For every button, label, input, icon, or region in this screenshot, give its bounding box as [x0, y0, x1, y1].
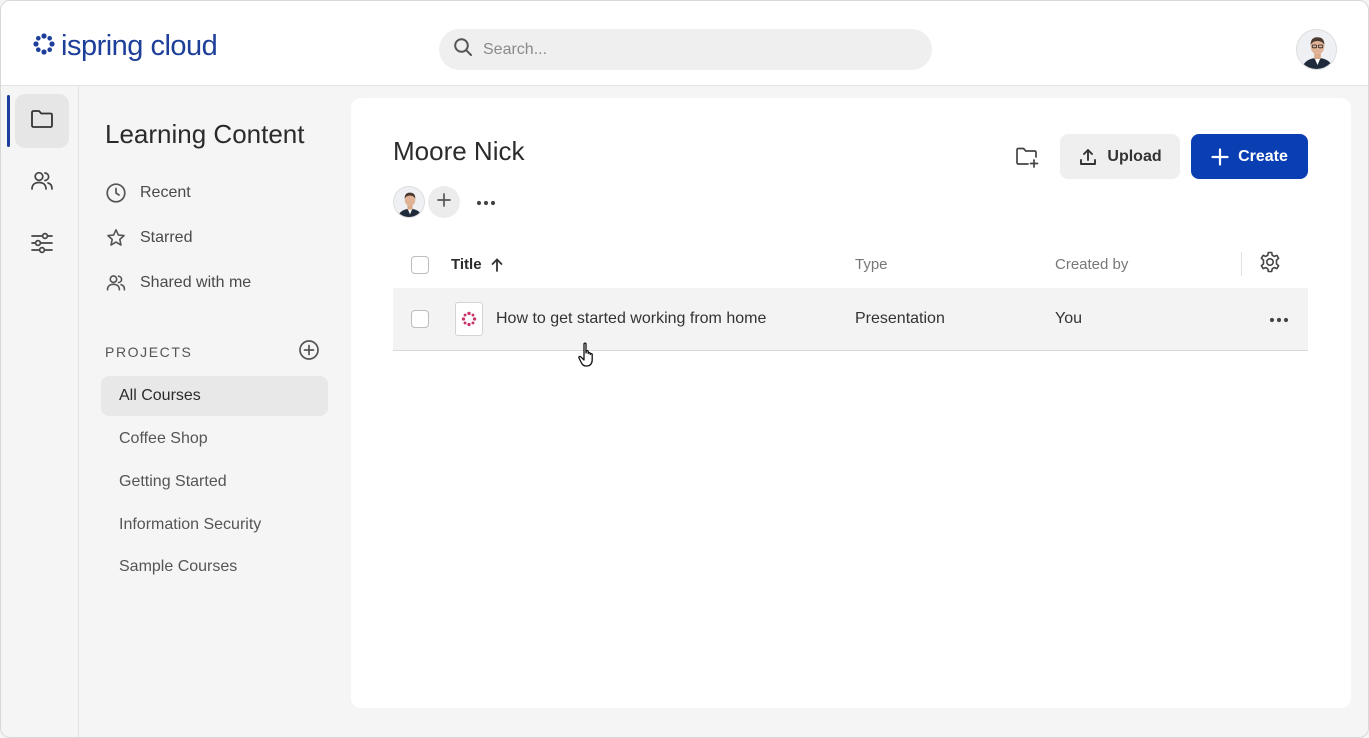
column-type[interactable]: Type [855, 256, 888, 273]
member-avatar[interactable] [393, 186, 425, 218]
column-divider [1241, 252, 1242, 276]
add-member-button[interactable] [428, 186, 460, 218]
search-icon [453, 37, 473, 62]
sidebar: Learning Content Recent Starred Shared w… [79, 86, 349, 737]
rail-settings-button[interactable] [15, 218, 69, 272]
top-header: ispring cloud [1, 1, 1368, 86]
search-input[interactable] [483, 40, 903, 59]
nav-item-label: Starred [140, 229, 193, 246]
plus-icon [436, 192, 452, 213]
nav-item-label: Recent [140, 184, 191, 201]
table-row[interactable]: How to get started working from home Pre… [393, 288, 1308, 351]
column-title-label: Title [451, 256, 482, 273]
plus-icon [1211, 147, 1229, 166]
members-row [393, 186, 500, 218]
row-type: Presentation [855, 310, 945, 327]
plus-circle-icon [298, 339, 320, 366]
users-icon [105, 272, 127, 294]
ispring-logo[interactable]: ispring cloud [31, 30, 218, 62]
upload-button[interactable]: Upload [1060, 134, 1180, 179]
star-icon [105, 227, 127, 249]
sliders-icon [29, 230, 55, 261]
sidebar-title: Learning Content [105, 119, 305, 149]
members-more-button[interactable] [472, 188, 500, 216]
project-sample-courses[interactable]: Sample Courses [101, 547, 328, 587]
ispring-logo-icon [31, 31, 57, 62]
content-panel: Moore Nick Upload Create Title Type Crea… [351, 98, 1351, 708]
app-window: ispring cloud Search... Learning Content… [0, 0, 1369, 738]
clock-icon [105, 182, 127, 204]
project-coffee-shop[interactable]: Coffee Shop [101, 419, 328, 459]
rail-content-button[interactable] [15, 94, 69, 148]
logo-text: ispring cloud [61, 30, 218, 62]
upload-label: Upload [1107, 147, 1162, 165]
table-header: Title Type Created by [393, 248, 1308, 282]
column-settings-button[interactable] [1258, 250, 1282, 279]
row-created-by: You [1055, 310, 1082, 327]
folder-plus-icon [1014, 144, 1040, 175]
column-created-by[interactable]: Created by [1055, 256, 1128, 273]
upload-icon [1078, 147, 1098, 167]
select-all-checkbox[interactable] [411, 256, 429, 274]
new-folder-button[interactable] [1011, 143, 1043, 175]
presentation-file-icon [455, 302, 483, 336]
create-button[interactable]: Create [1191, 134, 1308, 179]
nav-item-shared[interactable]: Shared with me [105, 271, 251, 295]
row-more-button[interactable] [1265, 306, 1293, 332]
project-all-courses[interactable]: All Courses [101, 376, 328, 416]
gear-icon [1258, 250, 1282, 279]
rail-active-indicator [7, 95, 10, 147]
search-bar[interactable] [439, 29, 932, 70]
project-getting-started[interactable]: Getting Started [101, 462, 328, 502]
arrow-up-icon [490, 257, 504, 273]
rail-users-button[interactable] [15, 156, 69, 210]
nav-item-starred[interactable]: Starred [105, 226, 192, 250]
add-project-button[interactable] [297, 339, 321, 366]
projects-heading: PROJECTS [105, 344, 193, 360]
hand-pointer-cursor-icon [577, 341, 599, 369]
users-icon [29, 168, 55, 199]
column-title[interactable]: Title [451, 256, 504, 273]
project-information-security[interactable]: Information Security [101, 505, 328, 545]
user-avatar[interactable] [1296, 29, 1337, 70]
more-horizontal-icon [476, 193, 496, 211]
nav-item-recent[interactable]: Recent [105, 181, 191, 205]
nav-item-label: Shared with me [140, 274, 252, 291]
page-title: Moore Nick [393, 136, 525, 166]
folder-icon [29, 106, 55, 137]
create-label: Create [1238, 147, 1288, 165]
row-checkbox[interactable] [411, 310, 429, 328]
more-horizontal-icon [1269, 310, 1289, 328]
row-title[interactable]: How to get started working from home [496, 310, 766, 328]
icon-rail [1, 86, 79, 737]
